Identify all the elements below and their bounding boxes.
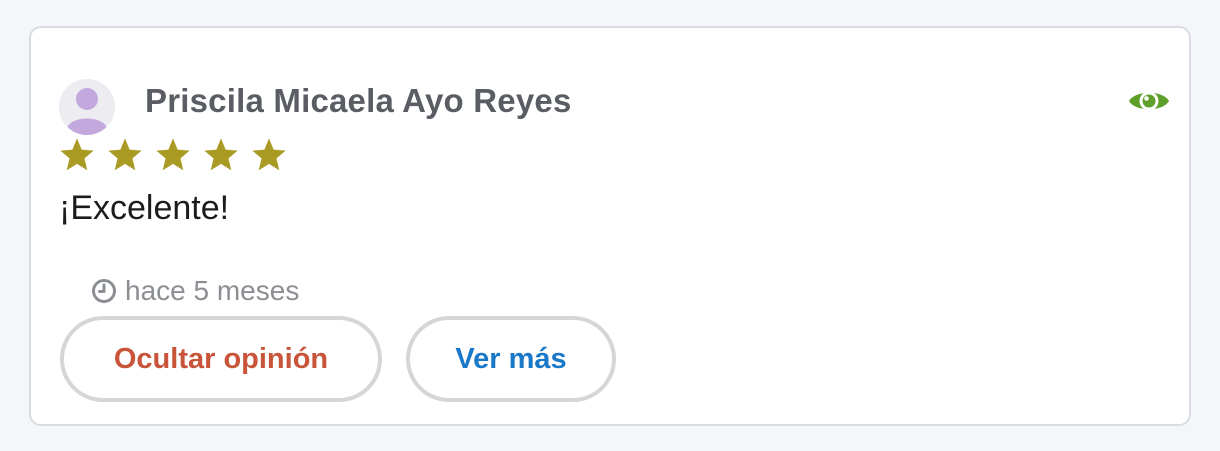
star-rating	[58, 136, 298, 174]
see-more-button[interactable]: Ver más	[406, 316, 616, 402]
user-avatar-icon	[59, 79, 115, 135]
time-ago-text: hace 5 meses	[125, 275, 300, 306]
star-icon	[108, 138, 142, 171]
star-icon	[156, 138, 190, 171]
review-comment: ¡Excelente!	[59, 189, 230, 227]
see-more-label: Ver más	[455, 342, 567, 375]
star-icon	[252, 138, 286, 171]
star-icon	[60, 138, 94, 171]
star-icon	[204, 138, 238, 171]
review-timestamp: hace 5 meses	[91, 275, 299, 307]
eye-icon[interactable]	[1128, 86, 1170, 116]
review-card: Priscila Micaela Ayo Reyes ¡Excelente! h…	[29, 26, 1191, 426]
hide-review-button[interactable]: Ocultar opinión	[60, 316, 382, 402]
reviewer-name: Priscila Micaela Ayo Reyes	[145, 82, 572, 119]
clock-icon	[92, 279, 116, 303]
hide-review-label: Ocultar opinión	[113, 342, 329, 375]
